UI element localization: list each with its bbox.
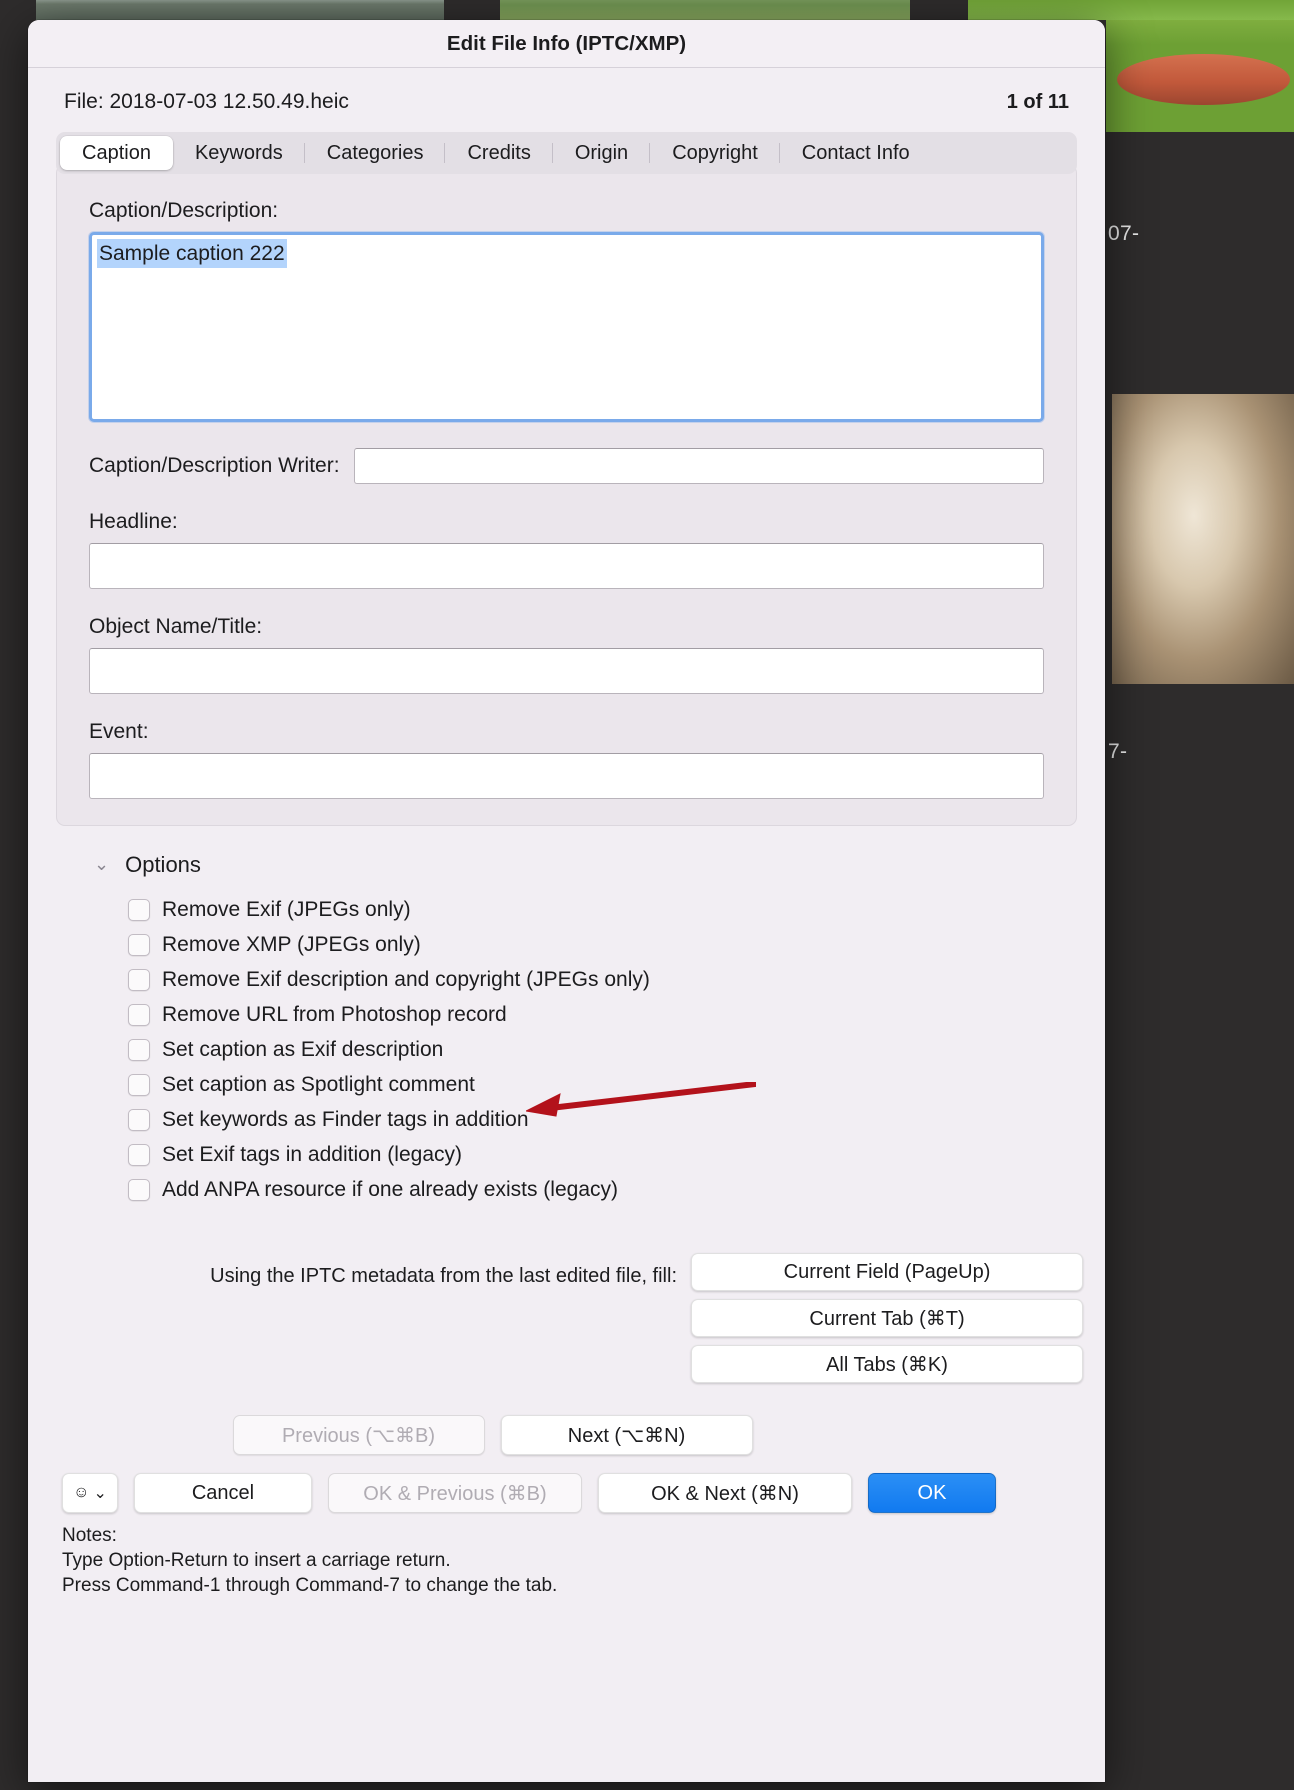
file-name-label: File: 2018-07-03 12.50.49.heic: [64, 90, 349, 113]
tab-copyright-label: Copyright: [672, 141, 758, 164]
event-group: Event:: [89, 720, 1044, 799]
checkbox-remove-xmp[interactable]: [128, 933, 150, 956]
ok-and-next-button[interactable]: OK & Next (⌘N): [598, 1473, 852, 1513]
tab-caption[interactable]: Caption: [60, 136, 173, 170]
file-counter: 1 of 11: [1006, 91, 1069, 113]
tab-bar: Caption Keywords Categories Credits Orig…: [56, 132, 1077, 174]
tab-credits[interactable]: Credits: [445, 136, 553, 170]
writer-input[interactable]: [353, 448, 1044, 484]
checkbox-row-remove-url[interactable]: Remove URL from Photoshop record: [128, 997, 1105, 1032]
checkbox-row-add-anpa[interactable]: Add ANPA resource if one already exists …: [128, 1172, 1105, 1207]
tab-contact-info-label: Contact Info: [801, 141, 910, 164]
writer-label: Caption/Description Writer:: [89, 454, 340, 477]
fill-current-tab-button[interactable]: Current Tab (⌘T): [691, 1299, 1083, 1337]
notes-line-1: Type Option-Return to insert a carriage …: [62, 1550, 451, 1571]
checkbox-set-caption-exif[interactable]: [128, 1038, 150, 1061]
checkbox-label: Set keywords as Finder tags in addition: [162, 1107, 529, 1131]
checkbox-remove-exif[interactable]: [128, 898, 150, 921]
caption-value: Sample caption 222: [97, 239, 287, 268]
tab-contact-info[interactable]: Contact Info: [780, 136, 932, 170]
backdrop-label-2: 7-: [1108, 740, 1128, 763]
previous-button[interactable]: Previous (⌥⌘B): [232, 1415, 485, 1455]
next-button[interactable]: Next (⌥⌘N): [500, 1415, 753, 1455]
object-name-group: Object Name/Title:: [89, 615, 1044, 694]
checkbox-row-set-caption-spotlight[interactable]: Set caption as Spotlight comment: [128, 1067, 1105, 1102]
headline-input[interactable]: [89, 543, 1044, 589]
navigation-button-row: Previous (⌥⌘B) Next (⌥⌘N): [28, 1415, 1105, 1455]
background-photo-ornament: [1112, 394, 1294, 684]
event-input[interactable]: [89, 753, 1044, 799]
caption-tab-panel: Caption/Description: Sample caption 222 …: [56, 164, 1077, 826]
checkbox-label: Remove Exif (JPEGs only): [162, 897, 411, 921]
notes-block: Notes: Type Option-Return to insert a ca…: [62, 1523, 1105, 1598]
object-name-input[interactable]: [89, 648, 1044, 694]
background-photo-city: [36, 0, 444, 20]
checkbox-label: Remove Exif description and copyright (J…: [162, 967, 650, 991]
emoji-picker-button[interactable]: ☺ ⌄: [62, 1473, 118, 1513]
smiley-icon: ☺: [73, 1484, 90, 1501]
tab-credits-label: Credits: [467, 141, 531, 164]
tab-copyright[interactable]: Copyright: [650, 136, 780, 170]
checkbox-remove-exif-description[interactable]: [128, 968, 150, 991]
checkbox-label: Add ANPA resource if one already exists …: [162, 1177, 619, 1201]
checkbox-add-anpa[interactable]: [128, 1178, 150, 1201]
checkbox-label: Set caption as Spotlight comment: [162, 1072, 475, 1096]
cancel-button[interactable]: Cancel: [134, 1473, 312, 1513]
background-photo-bowl: [1106, 20, 1294, 132]
headline-group: Headline:: [89, 510, 1044, 589]
background-photo-grass: [968, 0, 1294, 20]
edit-file-info-dialog: Edit File Info (IPTC/XMP) File: 2018-07-…: [28, 20, 1105, 1782]
dialog-action-row: ☺ ⌄ Cancel OK & Previous (⌘B) OK & Next …: [28, 1473, 1105, 1513]
checkbox-label: Remove XMP (JPEGs only): [162, 932, 421, 956]
options-title: Options: [125, 852, 201, 877]
object-name-label: Object Name/Title:: [89, 615, 263, 638]
checkbox-row-remove-xmp[interactable]: Remove XMP (JPEGs only): [128, 927, 1105, 962]
tab-origin[interactable]: Origin: [553, 136, 651, 170]
caption-textarea[interactable]: Sample caption 222: [89, 232, 1044, 422]
notes-line-2: Press Command-1 through Command-7 to cha…: [62, 1575, 558, 1596]
fill-all-tabs-button[interactable]: All Tabs (⌘K): [691, 1345, 1083, 1383]
checkbox-set-exif-tags[interactable]: [128, 1143, 150, 1166]
fill-button-group: Current Field (PageUp) Current Tab (⌘T) …: [691, 1253, 1083, 1383]
fill-from-last-edited-row: Using the IPTC metadata from the last ed…: [28, 1253, 1083, 1383]
tab-origin-label: Origin: [574, 141, 629, 164]
caption-label: Caption/Description:: [89, 199, 279, 222]
event-label: Event:: [89, 720, 149, 743]
ok-button[interactable]: OK: [868, 1473, 996, 1513]
notes-heading: Notes:: [62, 1525, 117, 1546]
checkbox-set-keywords-finder[interactable]: [128, 1108, 150, 1131]
background-photo-field: [500, 0, 910, 20]
checkbox-row-set-keywords-finder[interactable]: Set keywords as Finder tags in addition: [128, 1102, 1105, 1137]
checkbox-row-remove-exif[interactable]: Remove Exif (JPEGs only): [128, 892, 1105, 927]
checkbox-label: Remove URL from Photoshop record: [162, 1002, 507, 1026]
tab-caption-label: Caption: [82, 141, 151, 164]
checkbox-row-set-exif-tags[interactable]: Set Exif tags in addition (legacy): [128, 1137, 1105, 1172]
tab-keywords-label: Keywords: [194, 141, 283, 164]
dialog-titlebar: Edit File Info (IPTC/XMP): [28, 20, 1105, 68]
checkbox-row-set-caption-exif[interactable]: Set caption as Exif description: [128, 1032, 1105, 1067]
checkbox-label: Set Exif tags in addition (legacy): [162, 1142, 462, 1166]
tab-categories[interactable]: Categories: [305, 136, 446, 170]
checkbox-set-caption-spotlight[interactable]: [128, 1073, 150, 1096]
headline-label: Headline:: [89, 510, 178, 533]
fill-current-field-button[interactable]: Current Field (PageUp): [691, 1253, 1083, 1291]
chevron-down-icon: ⌄: [94, 854, 110, 874]
checkbox-remove-url[interactable]: [128, 1003, 150, 1026]
fill-instruction-label: Using the IPTC metadata from the last ed…: [210, 1265, 677, 1287]
checkbox-label: Set caption as Exif description: [162, 1037, 444, 1061]
ok-and-previous-button[interactable]: OK & Previous (⌘B): [328, 1473, 582, 1513]
checkbox-row-remove-exif-description[interactable]: Remove Exif description and copyright (J…: [128, 962, 1105, 997]
tab-keywords[interactable]: Keywords: [173, 136, 305, 170]
options-checkbox-list: Remove Exif (JPEGs only) Remove XMP (JPE…: [128, 892, 1105, 1207]
dialog-title: Edit File Info (IPTC/XMP): [446, 31, 687, 55]
backdrop-label-1: 07-: [1108, 222, 1140, 245]
tab-categories-label: Categories: [326, 141, 424, 164]
writer-row: Caption/Description Writer:: [89, 448, 1044, 484]
options-disclosure[interactable]: ⌄ Options: [94, 852, 1105, 878]
chevron-down-icon: ⌄: [93, 1485, 107, 1502]
file-info-row: File: 2018-07-03 12.50.49.heic 1 of 11: [28, 68, 1105, 114]
